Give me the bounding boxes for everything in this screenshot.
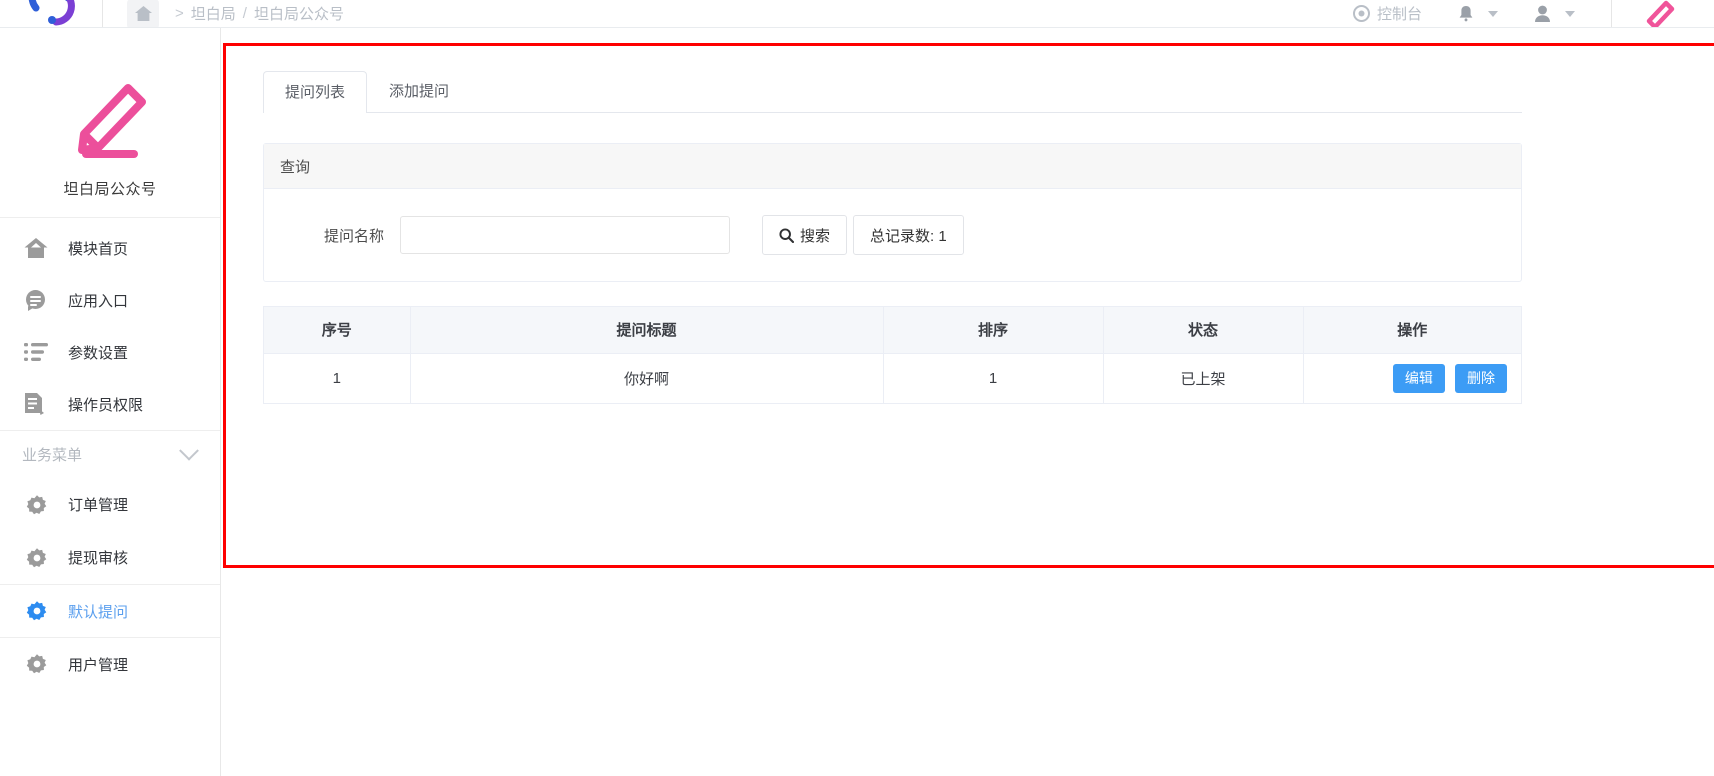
gear-icon xyxy=(26,494,56,516)
sidebar-item-order-management[interactable]: 订单管理 xyxy=(0,478,220,531)
tab-add-question[interactable]: 添加提问 xyxy=(367,70,471,112)
column-header-title: 提问标题 xyxy=(410,307,884,354)
tab-question-list[interactable]: 提问列表 xyxy=(263,71,368,113)
sidebar-item-label: 订单管理 xyxy=(68,497,129,514)
chevron-down-icon xyxy=(179,440,199,461)
sidebar-item-module-home[interactable]: 模块首页 xyxy=(0,222,220,274)
total-records-label: 总记录数: 1 xyxy=(870,227,947,245)
sidebar-item-withdraw-review[interactable]: 提现审核 xyxy=(0,531,220,584)
edit-button[interactable]: 编辑 xyxy=(1392,363,1445,393)
cell-status: 已上架 xyxy=(1103,353,1304,404)
column-header-index: 序号 xyxy=(264,307,411,354)
query-buttons: 搜索 总记录数: 1 xyxy=(762,215,964,255)
breadcrumb-item-1[interactable]: 坦白局公众号 xyxy=(254,3,344,24)
content-panel: 提问列表 添加提问 查询 提问名称 搜索 总记录数: 1 序号 提问标题 排序 … xyxy=(229,49,1714,565)
sidebar-item-label: 模块首页 xyxy=(68,240,129,258)
table-row: 1 你好啊 1 已上架 编辑 删除 xyxy=(264,353,1521,404)
header-divider xyxy=(102,0,103,27)
sidebar-item-label: 用户管理 xyxy=(68,656,129,674)
dashboard-icon xyxy=(1352,5,1370,22)
cell-sort: 1 xyxy=(883,353,1104,404)
pencil-icon[interactable] xyxy=(1638,0,1684,27)
gear-icon xyxy=(26,600,56,622)
header-right-divider xyxy=(1611,0,1612,27)
cell-index: 1 xyxy=(264,353,411,404)
search-button[interactable]: 搜索 xyxy=(762,215,848,255)
document-edit-icon xyxy=(24,392,58,416)
column-header-status: 状态 xyxy=(1103,307,1304,354)
query-card-body: 提问名称 搜索 总记录数: 1 xyxy=(264,189,1521,281)
brand-name: 坦白局公众号 xyxy=(63,181,157,198)
sidebar: 坦白局公众号 模块首页 应用入口 参数设置 操作员权限 业务菜单 订单管理 提现… xyxy=(0,28,221,776)
cell-actions: 编辑 删除 xyxy=(1303,353,1521,404)
tab-label: 提问列表 xyxy=(285,84,346,101)
chevron-down-icon xyxy=(1488,10,1498,17)
sidebar-item-param-settings[interactable]: 参数设置 xyxy=(0,326,220,378)
user-menu-button[interactable] xyxy=(1534,5,1575,23)
header-actions: 控制台 xyxy=(1352,0,1714,27)
console-label: 控制台 xyxy=(1376,6,1422,23)
column-header-actions: 操作 xyxy=(1303,307,1521,354)
cell-title: 你好啊 xyxy=(410,353,884,404)
home-icon[interactable] xyxy=(127,0,159,27)
sidebar-menu: 模块首页 应用入口 参数设置 操作员权限 业务菜单 订单管理 提现审核 默认提问… xyxy=(0,218,220,690)
tab-bar: 提问列表 添加提问 xyxy=(263,71,1522,113)
sidebar-item-user-management[interactable]: 用户管理 xyxy=(0,637,220,690)
question-table: 序号 提问标题 排序 状态 操作 1 你好啊 1 已上架 编辑 删除 xyxy=(263,306,1522,404)
sidebar-item-label: 应用入口 xyxy=(68,292,129,310)
tab-label: 添加提问 xyxy=(389,83,450,100)
top-header-bar: > 坦白局 / 坦白局公众号 控制台 xyxy=(0,0,1714,28)
query-card: 查询 提问名称 搜索 总记录数: 1 xyxy=(263,143,1522,282)
sidebar-item-label: 默认提问 xyxy=(68,603,129,621)
list-icon xyxy=(24,342,58,362)
sidebar-group-business-menu[interactable]: 业务菜单 xyxy=(0,430,220,478)
bell-icon xyxy=(1458,5,1474,23)
breadcrumb-item-0[interactable]: 坦白局 xyxy=(191,3,236,24)
brand-pencil-icon xyxy=(0,70,220,162)
breadcrumb-slash: / xyxy=(242,5,247,22)
chevron-down-icon xyxy=(1565,10,1575,17)
app-logo[interactable] xyxy=(22,0,86,27)
column-header-sort: 排序 xyxy=(883,307,1104,354)
breadcrumb: > 坦白局 / 坦白局公众号 xyxy=(127,0,344,27)
sidebar-item-app-entry[interactable]: 应用入口 xyxy=(0,274,220,326)
logo-swirl-icon xyxy=(28,0,75,25)
console-button[interactable]: 控制台 xyxy=(1352,3,1422,24)
sidebar-item-label: 提现审核 xyxy=(68,550,129,567)
home-glyph xyxy=(134,6,152,21)
sidebar-brand: 坦白局公众号 xyxy=(0,28,220,218)
highlight-box: 提问列表 添加提问 查询 提问名称 搜索 总记录数: 1 序号 提问标题 排序 … xyxy=(223,43,1714,568)
total-records-button[interactable]: 总记录数: 1 xyxy=(853,215,964,255)
user-icon xyxy=(1534,5,1551,23)
search-icon xyxy=(779,227,795,243)
delete-button[interactable]: 删除 xyxy=(1455,363,1507,393)
home-icon xyxy=(24,237,58,259)
gear-icon xyxy=(26,547,56,569)
sidebar-item-operator-permission[interactable]: 操作员权限 xyxy=(0,378,220,430)
question-name-label: 提问名称 xyxy=(324,227,385,245)
breadcrumb-separator: > xyxy=(175,5,184,22)
notifications-button[interactable] xyxy=(1458,5,1498,23)
sidebar-item-label: 参数设置 xyxy=(68,344,129,362)
question-name-input[interactable] xyxy=(400,216,731,254)
sidebar-group-label: 业务菜单 xyxy=(22,447,83,464)
sidebar-item-label: 操作员权限 xyxy=(68,396,144,414)
search-button-label: 搜索 xyxy=(800,227,831,245)
gear-icon xyxy=(26,653,56,675)
chat-bubble-icon xyxy=(24,289,58,312)
main-content: 提问列表 添加提问 查询 提问名称 搜索 总记录数: 1 序号 提问标题 排序 … xyxy=(221,28,1714,776)
query-card-title: 查询 xyxy=(264,144,1521,189)
sidebar-item-default-question[interactable]: 默认提问 xyxy=(0,584,220,637)
table-header-row: 序号 提问标题 排序 状态 操作 xyxy=(264,307,1521,354)
